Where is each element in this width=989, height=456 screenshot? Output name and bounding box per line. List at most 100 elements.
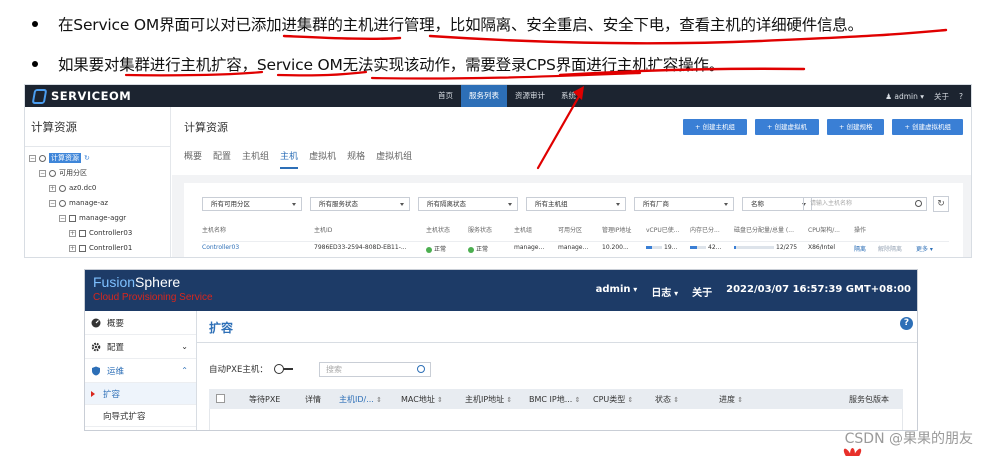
sidebar-item-config[interactable]: 配置 ⌄ — [85, 335, 196, 359]
create-flavor-button[interactable]: + 创建规格 — [826, 119, 885, 135]
expand-icon[interactable]: + — [69, 244, 76, 252]
nav-resource-audit[interactable]: 资源审计 — [507, 85, 553, 107]
select-all-checkbox[interactable] — [216, 394, 225, 403]
col-disk[interactable]: 磁盘已分配量/总量 (... — [734, 225, 794, 234]
isolation-filter-select[interactable]: 所有隔离状态 — [418, 197, 518, 211]
zone-icon — [49, 169, 56, 177]
nav-home[interactable]: 首页 — [430, 85, 461, 107]
tab-host[interactable]: 主机 — [280, 149, 299, 169]
service-om-logo[interactable]: SERVICEOM — [25, 85, 131, 107]
isolate-link[interactable]: 隔离 — [854, 244, 866, 253]
col-host-id[interactable]: 主机ID — [314, 225, 332, 234]
page-title: 扩容 — [209, 321, 234, 335]
col-zone[interactable]: 可用分区 — [558, 225, 582, 234]
tree-node-aggr[interactable]: − manage-aggr — [59, 211, 126, 225]
col-host-id[interactable]: 主机ID/... — [339, 394, 382, 405]
create-vm-group-button[interactable]: + 创建虚拟机组 — [892, 119, 963, 135]
col-waiting-pxe: 等待PXE — [249, 395, 281, 404]
tree-node-root[interactable]: − 计算资源 ↻ — [29, 151, 90, 165]
action-buttons: + 创建主机组 + 创建虚拟机 + 创建规格 + 创建虚拟机组 — [682, 119, 963, 135]
vendor-filter-select[interactable]: 所有厂商 — [634, 197, 734, 211]
col-mgmt-ip[interactable]: 管理IP地址 — [602, 225, 631, 234]
host-search-input[interactable]: 请输入主机名称 — [803, 197, 927, 211]
col-cpu-type[interactable]: CPU类型 — [593, 394, 633, 405]
log-menu[interactable]: 日志 — [651, 284, 678, 299]
col-host-group[interactable]: 主机组 — [514, 225, 532, 234]
refresh-button[interactable]: ↻ — [933, 196, 949, 212]
collapse-icon[interactable]: − — [59, 214, 66, 222]
expand-icon[interactable]: + — [69, 229, 76, 237]
sidebar-item-expand[interactable]: 扩容 — [85, 383, 196, 405]
expand-icon[interactable]: + — [49, 184, 56, 192]
host-status-text: 正常 — [434, 246, 447, 253]
tree-az-label: manage-az — [69, 199, 109, 207]
bullet-1: 在Service OM界面可以对已添加进集群的主机进行管理，比如隔离、安全重启、… — [32, 13, 863, 35]
unisolate-link[interactable]: 解除隔离 — [878, 244, 902, 253]
nav-system[interactable]: 系统 — [553, 85, 584, 107]
collapse-icon[interactable]: − — [49, 199, 56, 207]
collapse-icon[interactable]: − — [39, 169, 46, 177]
col-host-status[interactable]: 主机状态 — [426, 225, 450, 234]
tab-vm-group[interactable]: 虚拟机组 — [376, 149, 412, 169]
col-memory[interactable]: 内存已分... — [690, 225, 720, 234]
sidebar-item-overview[interactable]: 概要 — [85, 311, 196, 335]
tab-flavor[interactable]: 规格 — [347, 149, 365, 169]
dashboard-icon — [91, 318, 101, 327]
tab-overview[interactable]: 概要 — [184, 149, 202, 169]
col-service-status[interactable]: 服务状态 — [468, 225, 492, 234]
create-vm-button[interactable]: + 创建虚拟机 — [754, 119, 819, 135]
fusionsphere-main: 扩容 ? 自动PXE主机： 搜索 等待PXE 详情 主机ID/... MAC地址… — [197, 311, 917, 430]
annotation-underline — [282, 34, 402, 41]
tree-node-host[interactable]: + Controller01 — [69, 241, 132, 255]
brand-part-a: Fusion — [93, 274, 136, 290]
tree-host-label: Controller01 — [89, 244, 133, 252]
col-cpu-arch[interactable]: CPU架构/... — [808, 225, 840, 234]
nav-service-list[interactable]: 服务列表 — [461, 85, 507, 107]
sidebar-item-ops[interactable]: 运维 ⌃ — [85, 359, 196, 383]
name-filter-select[interactable]: 名称 — [742, 197, 812, 211]
chevron-down-icon: ⌄ — [181, 342, 188, 351]
user-icon: ♟ — [885, 91, 895, 101]
tree-node-host[interactable]: + Controller03 — [69, 226, 132, 240]
tree-node-az[interactable]: − manage-az — [49, 196, 108, 210]
col-status[interactable]: 状态 — [655, 394, 679, 405]
zone-filter-select[interactable]: 所有可用分区 — [202, 197, 302, 211]
user-menu[interactable]: ♟ admin ▾ — [885, 92, 924, 101]
create-host-group-button[interactable]: + 创建主机组 — [682, 119, 747, 135]
service-status-filter-select[interactable]: 所有服务状态 — [310, 197, 410, 211]
tree-node-dc[interactable]: + az0.dc0 — [49, 181, 96, 195]
search-input[interactable]: 搜索 — [319, 362, 431, 377]
auto-pxe-toggle[interactable] — [273, 364, 294, 374]
refresh-icon[interactable]: ↻ — [84, 154, 90, 162]
host-group-filter-select[interactable]: 所有主机组 — [526, 197, 626, 211]
col-progress[interactable]: 进度 — [719, 394, 743, 405]
tree-root-label: 计算资源 — [49, 153, 81, 163]
collapse-icon[interactable]: − — [29, 154, 36, 162]
tab-config[interactable]: 配置 — [213, 149, 231, 169]
user-name: admin — [894, 91, 918, 101]
help-icon[interactable]: ? — [900, 317, 913, 330]
more-menu[interactable]: 更多 ▾ — [916, 244, 933, 253]
help-icon[interactable]: ? — [959, 92, 963, 101]
host-name-link[interactable]: Controller03 — [202, 244, 239, 251]
col-mac[interactable]: MAC地址 — [401, 394, 443, 405]
cloud-icon — [39, 154, 46, 162]
service-status: 正常 — [468, 244, 488, 253]
col-host-name[interactable]: 主机名称 — [202, 225, 226, 234]
tab-vm[interactable]: 虚拟机 — [309, 149, 336, 169]
about-link[interactable]: 关于 — [692, 284, 712, 299]
disk-usage-text: 12/275 — [776, 244, 798, 251]
search-placeholder: 搜索 — [326, 365, 342, 374]
search-icon[interactable] — [417, 365, 425, 373]
page-header: 计算资源 + 创建主机组 + 创建虚拟机 + 创建规格 + 创建虚拟机组 概要 … — [172, 107, 971, 175]
sidebar-item-wizard-expand[interactable]: 向导式扩容 — [85, 405, 196, 427]
about-link[interactable]: 关于 — [934, 91, 949, 102]
search-icon[interactable] — [915, 200, 922, 207]
tab-host-group[interactable]: 主机组 — [242, 149, 269, 169]
logo-icon — [31, 88, 48, 104]
user-menu[interactable]: admin — [596, 284, 638, 299]
col-vcpu[interactable]: vCPU已使... — [646, 225, 679, 234]
tree-node-zone[interactable]: − 可用分区 — [39, 166, 87, 180]
col-bmc-ip[interactable]: BMC IP地... — [529, 394, 580, 405]
col-host-ip[interactable]: 主机IP地址 — [465, 394, 512, 405]
